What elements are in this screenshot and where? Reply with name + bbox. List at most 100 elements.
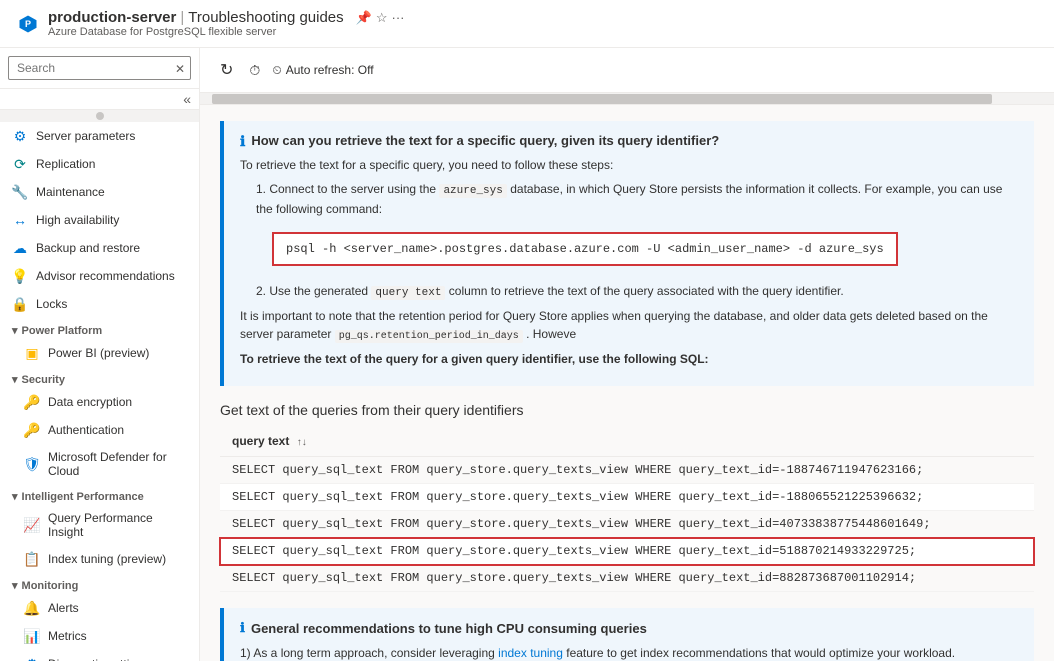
query-perf-icon: 📈: [24, 517, 40, 533]
auto-refresh-icon: ⏲: [272, 63, 281, 78]
sidebar-label-server-parameters: Server parameters: [36, 129, 135, 143]
replication-icon: ⟳: [12, 156, 28, 172]
step1-code: azure_sys: [439, 184, 506, 198]
step2-code: query text: [371, 286, 445, 300]
sidebar: ✕ « ⚙ Server parameters ⟳ Replication 🔧 …: [0, 48, 200, 661]
svg-text:P: P: [25, 19, 31, 29]
sidebar-item-advisor[interactable]: 💡 Advisor recommendations: [0, 262, 199, 290]
sidebar-label-power-bi: Power BI (preview): [48, 346, 149, 360]
sidebar-label-alerts: Alerts: [48, 601, 79, 615]
sidebar-item-server-parameters[interactable]: ⚙ Server parameters: [0, 122, 199, 150]
sidebar-item-data-encryption[interactable]: 🔑 Data encryption: [0, 388, 199, 416]
sidebar-section-security[interactable]: ▾ Security: [0, 367, 199, 388]
retrieve-bold: To retrieve the text of the query for a …: [240, 350, 1018, 368]
sidebar-item-locks[interactable]: 🔒 Locks: [0, 290, 199, 318]
server-name: production-server: [48, 9, 176, 26]
search-clear-icon[interactable]: ✕: [175, 62, 185, 76]
retention-text: It is important to note that the retenti…: [240, 307, 1018, 344]
sidebar-section-monitoring[interactable]: ▾ Monitoring: [0, 573, 199, 594]
sidebar-item-query-performance[interactable]: 📈 Query Performance Insight: [0, 505, 199, 545]
star-icon[interactable]: ☆: [376, 10, 388, 26]
sidebar-label-maintenance: Maintenance: [36, 185, 105, 199]
main-layout: ✕ « ⚙ Server parameters ⟳ Replication 🔧 …: [0, 48, 1054, 661]
sort-icon[interactable]: ↑↓: [297, 437, 307, 448]
auto-refresh-label: ⏲ Auto refresh: Off: [272, 63, 373, 78]
info-intro-text: To retrieve the text for a specific quer…: [240, 156, 1018, 174]
recommend-info-icon: ℹ: [240, 620, 245, 636]
table-row[interactable]: SELECT query_sql_text FROM query_store.q…: [220, 538, 1034, 565]
recommend-item-1: 1) As a long term approach, consider lev…: [240, 644, 1018, 661]
table-row[interactable]: SELECT query_sql_text FROM query_store.q…: [220, 457, 1034, 484]
content-area: ↻ ⏱ ⏲ Auto refresh: Off ℹ How can you re…: [200, 48, 1054, 661]
retention-param: pg_qs.retention_period_in_days: [335, 330, 523, 343]
horizontal-scrollbar[interactable]: [200, 93, 1054, 105]
sidebar-label-replication: Replication: [36, 157, 95, 171]
power-bi-icon: ▣: [24, 345, 40, 361]
step2-text: 2. Use the generated query text column t…: [240, 282, 1018, 302]
pin-icon[interactable]: 📌: [356, 10, 372, 26]
advisor-icon: 💡: [12, 268, 28, 284]
sidebar-label-authentication: Authentication: [48, 423, 124, 437]
sidebar-label-data-encryption: Data encryption: [48, 395, 132, 409]
sidebar-label-metrics: Metrics: [48, 629, 87, 643]
header-separator: |: [180, 9, 184, 26]
sidebar-section-power-platform[interactable]: ▾ Power Platform: [0, 318, 199, 339]
info-icon: ℹ: [240, 133, 245, 150]
sidebar-item-defender[interactable]: 🛡 Microsoft Defender for Cloud: [0, 444, 199, 484]
locks-icon: 🔒: [12, 296, 28, 312]
header-subtitle: Azure Database for PostgreSQL flexible s…: [48, 26, 405, 38]
backup-icon: ☁: [12, 240, 28, 256]
table-row[interactable]: SELECT query_sql_text FROM query_store.q…: [220, 484, 1034, 511]
chevron-down-icon: ▾: [12, 324, 18, 337]
refresh-button[interactable]: ↻: [216, 56, 237, 84]
more-icon[interactable]: ···: [392, 10, 405, 25]
diagnostic-icon: ⚙: [24, 656, 40, 661]
recommend-title: ℹ General recommendations to tune high C…: [240, 620, 1018, 636]
main-content: ℹ How can you retrieve the text for a sp…: [200, 105, 1054, 661]
sidebar-label-locks: Locks: [36, 297, 67, 311]
recommend-num-1: 1): [240, 646, 253, 660]
chevron-down-icon-4: ▾: [12, 579, 18, 592]
index-tuning-icon: 📋: [24, 551, 40, 567]
sidebar-label-high-availability: High availability: [36, 213, 119, 227]
sidebar-label-advisor: Advisor recommendations: [36, 269, 175, 283]
chevron-down-icon-3: ▾: [12, 490, 18, 503]
info-box-question: ℹ How can you retrieve the text for a sp…: [220, 121, 1034, 386]
timer-button[interactable]: ⏱: [245, 58, 264, 83]
sidebar-item-metrics[interactable]: 📊 Metrics: [0, 622, 199, 650]
auth-icon: 🔑: [24, 422, 40, 438]
sidebar-section-intelligent-performance[interactable]: ▾ Intelligent Performance: [0, 484, 199, 505]
table-row[interactable]: SELECT query_sql_text FROM query_store.q…: [220, 565, 1034, 592]
search-input[interactable]: [8, 56, 191, 80]
sidebar-item-authentication[interactable]: 🔑 Authentication: [0, 416, 199, 444]
sidebar-item-high-availability[interactable]: ↔ High availability: [0, 206, 199, 234]
sidebar-label-query-performance: Query Performance Insight: [48, 511, 187, 539]
sidebar-label-backup-restore: Backup and restore: [36, 241, 140, 255]
step1-text: 1. Connect to the server using the azure…: [240, 180, 1018, 218]
high-availability-icon: ↔: [12, 212, 28, 228]
sidebar-item-maintenance[interactable]: 🔧 Maintenance: [0, 178, 199, 206]
table-row[interactable]: SELECT query_sql_text FROM query_store.q…: [220, 511, 1034, 538]
section-title: Get text of the queries from their query…: [220, 402, 1034, 418]
toolbar: ↻ ⏱ ⏲ Auto refresh: Off: [200, 48, 1054, 93]
defender-icon: 🛡: [24, 456, 40, 472]
sidebar-collapse-button[interactable]: «: [183, 91, 191, 107]
recommendations-box: ℹ General recommendations to tune high C…: [220, 608, 1034, 661]
page-title: Troubleshooting guides: [188, 9, 343, 26]
sidebar-item-power-bi[interactable]: ▣ Power BI (preview): [0, 339, 199, 367]
scrollbar-thumb[interactable]: [212, 94, 992, 104]
metrics-icon: 📊: [24, 628, 40, 644]
header: P production-server | Troubleshooting gu…: [0, 0, 1054, 48]
sidebar-item-replication[interactable]: ⟳ Replication: [0, 150, 199, 178]
index-tuning-link[interactable]: index tuning: [498, 646, 563, 660]
maintenance-icon: 🔧: [12, 184, 28, 200]
sidebar-label-defender: Microsoft Defender for Cloud: [48, 450, 187, 478]
sidebar-item-backup-restore[interactable]: ☁ Backup and restore: [0, 234, 199, 262]
sidebar-item-diagnostic-settings[interactable]: ⚙ Diagnostic settings: [0, 650, 199, 661]
sidebar-item-index-tuning[interactable]: 📋 Index tuning (preview): [0, 545, 199, 573]
data-encryption-icon: 🔑: [24, 394, 40, 410]
header-left: production-server | Troubleshooting guid…: [48, 9, 405, 38]
sidebar-item-alerts[interactable]: 🔔 Alerts: [0, 594, 199, 622]
sidebar-label-index-tuning: Index tuning (preview): [48, 552, 166, 566]
gear-icon: ⚙: [12, 128, 28, 144]
